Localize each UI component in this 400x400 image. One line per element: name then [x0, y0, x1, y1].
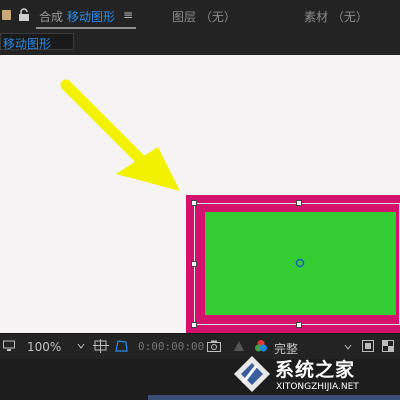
lock-icon[interactable] — [18, 8, 30, 22]
composition-breadcrumb[interactable]: 移动图形 — [0, 33, 74, 51]
transform-handle-bottom-left[interactable] — [191, 322, 197, 328]
show-channel-icon[interactable] — [232, 339, 246, 353]
active-tab-indicator — [36, 27, 136, 29]
watermark-url: XITONGZHIJIA.NET — [276, 382, 359, 392]
composition-viewer[interactable] — [0, 55, 400, 333]
breadcrumb-label: 移动图形 — [3, 37, 52, 51]
yellow-arrow-annotation — [60, 79, 180, 191]
color-management-icon[interactable] — [254, 339, 268, 353]
camera-icon[interactable] — [207, 340, 221, 352]
panel-menu-icon[interactable]: ≡ — [123, 8, 133, 22]
grid-guide-icon[interactable] — [93, 339, 109, 353]
transform-handle-top-center[interactable] — [296, 200, 302, 206]
magnification-select[interactable]: 100% — [20, 338, 90, 356]
watermark-logo-icon — [234, 356, 270, 392]
transform-handle-bottom-center[interactable] — [296, 322, 302, 328]
current-time-display[interactable]: 0:00:00:00 — [138, 340, 204, 353]
chevron-down-icon — [77, 343, 85, 349]
transform-handle-middle-left[interactable] — [191, 261, 197, 267]
resolution-chevron-icon[interactable] — [344, 344, 352, 350]
tab-layer[interactable]: 图层 （无） — [172, 8, 236, 25]
folder-icon — [2, 10, 11, 20]
tab-composition[interactable]: 合成 移动图形 ≡ — [0, 0, 138, 33]
panel-tab-bar: 合成 移动图形 ≡ 图层 （无） 素材 （无） — [0, 0, 400, 33]
watermark-title: 系统之家 — [275, 359, 356, 381]
mask-path-icon[interactable] — [113, 339, 129, 353]
transform-handle-top-left[interactable] — [191, 200, 197, 206]
composition-tab-prefix: 合成 — [39, 10, 64, 24]
site-watermark: 系统之家 XITONGZHIJIA.NET — [232, 352, 400, 398]
monitor-icon[interactable] — [3, 340, 15, 352]
anchor-point-icon[interactable] — [295, 258, 305, 268]
region-of-interest-icon[interactable] — [362, 340, 374, 352]
transparency-grid-icon[interactable] — [382, 340, 394, 352]
magnification-value: 100% — [27, 340, 62, 354]
composition-tab-name[interactable]: 移动图形 — [67, 8, 115, 25]
tab-footage[interactable]: 素材 （无） — [304, 8, 368, 25]
